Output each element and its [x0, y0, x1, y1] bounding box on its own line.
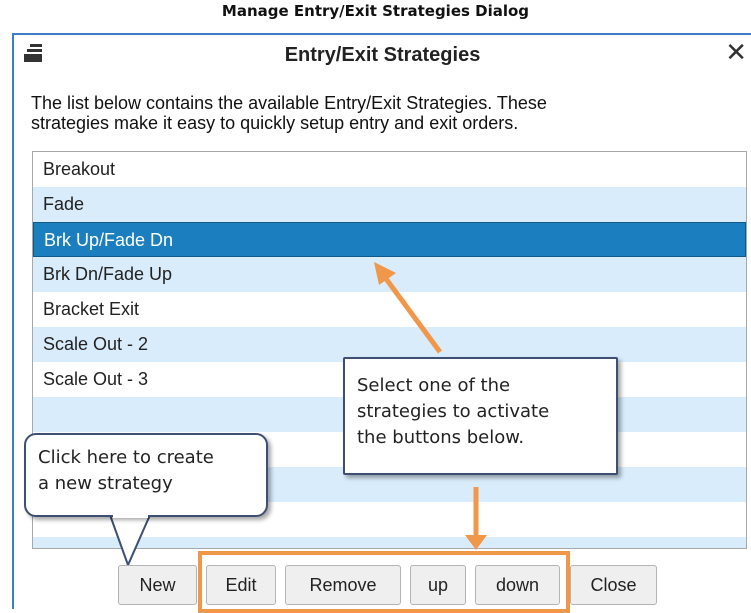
callout-text: a new strategy	[38, 473, 173, 494]
select-callout: Select one of the strategies to activate…	[343, 357, 618, 475]
callout-text: the buttons below.	[357, 427, 525, 448]
arrowhead-down	[465, 535, 487, 550]
callout-tail-join	[113, 514, 148, 518]
button-highlight-box	[198, 551, 570, 613]
callout-tail	[108, 514, 152, 568]
callout-text: Select one of the	[357, 375, 511, 396]
arrow-to-list	[381, 274, 443, 354]
new-button[interactable]: New	[118, 565, 197, 605]
callout-text: Click here to create	[38, 447, 214, 468]
create-callout: Click here to create a new strategy	[24, 433, 268, 517]
callout-text: strategies to activate	[357, 401, 550, 422]
close-button[interactable]: Close	[570, 565, 657, 605]
